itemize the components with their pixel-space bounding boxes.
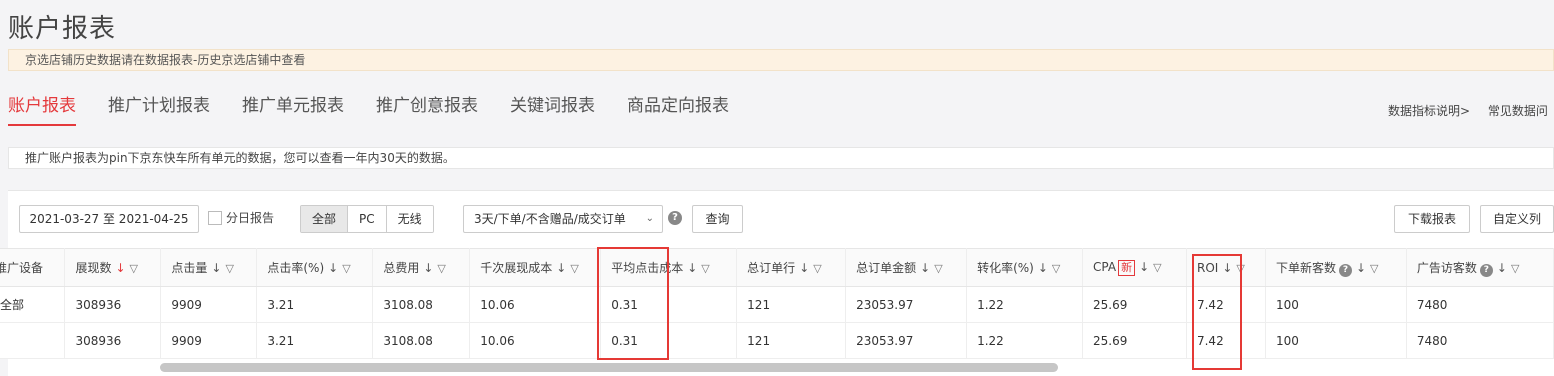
tab-account-report[interactable]: 账户报表: [8, 94, 76, 126]
col-total-order-amount[interactable]: 总订单金额 ↓ ▽: [845, 248, 968, 287]
table-cell: 3.21: [256, 322, 374, 359]
highlight-box-roi: [1192, 254, 1242, 370]
order-filter-select[interactable]: 3天/下单/不含赠品/成交订单 ⌄: [463, 205, 663, 233]
table-cell: 100: [1265, 322, 1407, 359]
table-cell: 1.22: [966, 286, 1084, 323]
date-range-picker[interactable]: 2021-03-27 至 2021-04-25: [19, 205, 199, 233]
device-all-button[interactable]: 全部: [301, 206, 349, 232]
filter-icon[interactable]: ▽: [934, 262, 942, 275]
filter-icon[interactable]: ▽: [570, 262, 578, 275]
table-cell: 全部: [0, 286, 66, 323]
daily-report-checkbox[interactable]: 分日报告: [208, 209, 274, 226]
chevron-down-icon: ⌄: [645, 213, 654, 224]
query-button[interactable]: 查询: [692, 205, 743, 233]
filter-icon[interactable]: ▽: [225, 262, 233, 275]
horizontal-scrollbar[interactable]: [160, 363, 1058, 372]
question-icon[interactable]: ?: [668, 211, 682, 225]
report-tabs: 账户报表 推广计划报表 推广单元报表 推广创意报表 关键词报表 商品定向报表: [8, 94, 761, 128]
table-cell: 23053.97: [845, 286, 968, 323]
page-title: 账户报表: [8, 14, 117, 44]
table-cell: 121: [736, 286, 847, 323]
sort-arrow-icon[interactable]: ↓: [1497, 261, 1507, 275]
sort-arrow-icon[interactable]: ↓: [556, 261, 566, 275]
table-cell: 308936: [64, 322, 162, 359]
filter-icon[interactable]: ▽: [1370, 262, 1378, 275]
sort-arrow-icon[interactable]: ↓: [115, 261, 125, 275]
device-mobile-button[interactable]: 无线: [386, 206, 433, 232]
col-cpm[interactable]: 千次展现成本 ↓ ▽: [469, 248, 602, 287]
table-cell: 121: [736, 322, 847, 359]
table-cell: 25.69: [1082, 322, 1187, 359]
highlight-box-avg-cpc: [597, 247, 669, 360]
table-cell: 3108.08: [372, 322, 471, 359]
sort-arrow-icon[interactable]: ↓: [1139, 260, 1149, 274]
tab-unit-report[interactable]: 推广单元报表: [242, 94, 344, 126]
daily-report-label: 分日报告: [226, 211, 275, 225]
table-header-row: 推广设备 展现数 ↓ ▽ 点击量 ↓ ▽ 点击率(%) ↓ ▽ 总费用 ↓ ▽ 千次展现成本 ↓ ▽…: [0, 248, 1554, 287]
col-ad-visitors[interactable]: 广告访客数? ↓ ▽: [1406, 248, 1554, 287]
sort-arrow-icon[interactable]: ↓: [687, 261, 697, 275]
sort-arrow-icon[interactable]: ↓: [920, 261, 930, 275]
filter-icon[interactable]: ▽: [130, 262, 138, 275]
col-cpa[interactable]: CPA 新 ↓ ▽: [1082, 248, 1187, 287]
device-segment: 全部 PC 无线: [300, 205, 434, 233]
sort-arrow-icon[interactable]: ↓: [799, 261, 809, 275]
table-cell: 10.06: [469, 286, 602, 323]
table-cell: 7480: [1406, 322, 1554, 359]
table-row: 全部 308936 9909 3.21 3108.08 10.06 0.31 1…: [0, 286, 1554, 323]
device-pc-button[interactable]: PC: [348, 206, 387, 232]
table-cell: 9909: [160, 322, 258, 359]
sort-arrow-icon[interactable]: ↓: [211, 261, 221, 275]
tab-product-targeting-report[interactable]: 商品定向报表: [627, 94, 729, 126]
new-badge: 新: [1118, 259, 1136, 276]
notice-banner: 京选店铺历史数据请在数据报表-历史京选店铺中查看: [8, 49, 1554, 71]
order-filter-value: 3天/下单/不含赠品/成交订单: [474, 212, 626, 226]
col-conversion-rate[interactable]: 转化率(%) ↓ ▽: [966, 248, 1084, 287]
filter-icon[interactable]: ▽: [813, 262, 821, 275]
tab-keyword-report[interactable]: 关键词报表: [510, 94, 595, 126]
col-impressions[interactable]: 展现数 ↓ ▽: [64, 248, 162, 287]
table-cell: 25.69: [1082, 286, 1187, 323]
table-cell: 7480: [1406, 286, 1554, 323]
table-cell: 23053.97: [845, 322, 968, 359]
table-cell: 100: [1265, 286, 1407, 323]
custom-columns-button[interactable]: 自定义列: [1480, 205, 1554, 233]
table-cell: 308936: [64, 286, 162, 323]
col-total-cost[interactable]: 总费用 ↓ ▽: [372, 248, 471, 287]
filter-icon[interactable]: ▽: [701, 262, 709, 275]
tab-creative-report[interactable]: 推广创意报表: [376, 94, 478, 126]
filter-icon[interactable]: ▽: [437, 262, 445, 275]
col-new-customers[interactable]: 下单新客数? ↓ ▽: [1265, 248, 1407, 287]
filter-icon[interactable]: ▽: [1153, 261, 1161, 274]
filter-icon[interactable]: ▽: [1052, 262, 1060, 275]
filter-icon[interactable]: ▽: [1511, 262, 1519, 275]
report-description: 推广账户报表为pin下京东快车所有单元的数据，您可以查看一年内30天的数据。: [8, 147, 1554, 169]
metrics-help-link[interactable]: 数据指标说明>: [1388, 104, 1470, 118]
download-report-button[interactable]: 下载报表: [1394, 205, 1470, 233]
table-cell: 3108.08: [372, 286, 471, 323]
table-cell: [0, 322, 66, 359]
table-cell: 1.22: [966, 322, 1084, 359]
checkbox-box[interactable]: [208, 210, 222, 225]
table-row: 308936 9909 3.21 3108.08 10.06 0.31 121 …: [0, 322, 1554, 359]
sort-arrow-icon[interactable]: ↓: [423, 261, 433, 275]
sort-arrow-icon[interactable]: ↓: [1038, 261, 1048, 275]
question-icon[interactable]: ?: [1338, 263, 1352, 277]
col-total-order-lines[interactable]: 总订单行 ↓ ▽: [736, 248, 847, 287]
col-clicks[interactable]: 点击量 ↓ ▽: [160, 248, 258, 287]
faq-link[interactable]: 常见数据问: [1488, 104, 1548, 118]
col-device: 推广设备: [0, 248, 66, 287]
help-links: 数据指标说明> 常见数据问: [1388, 102, 1554, 119]
col-ctr[interactable]: 点击率(%) ↓ ▽: [256, 248, 374, 287]
table-cell: 9909: [160, 286, 258, 323]
table-cell: 10.06: [469, 322, 602, 359]
report-table: 推广设备 展现数 ↓ ▽ 点击量 ↓ ▽ 点击率(%) ↓ ▽ 总费用 ↓ ▽ 千次展现成本 ↓ ▽…: [0, 248, 1554, 359]
filter-icon[interactable]: ▽: [342, 262, 350, 275]
sort-arrow-icon[interactable]: ↓: [328, 261, 338, 275]
sort-arrow-icon[interactable]: ↓: [1356, 261, 1366, 275]
tab-campaign-report[interactable]: 推广计划报表: [108, 94, 210, 126]
table-cell: 3.21: [256, 286, 374, 323]
question-icon[interactable]: ?: [1479, 263, 1493, 277]
